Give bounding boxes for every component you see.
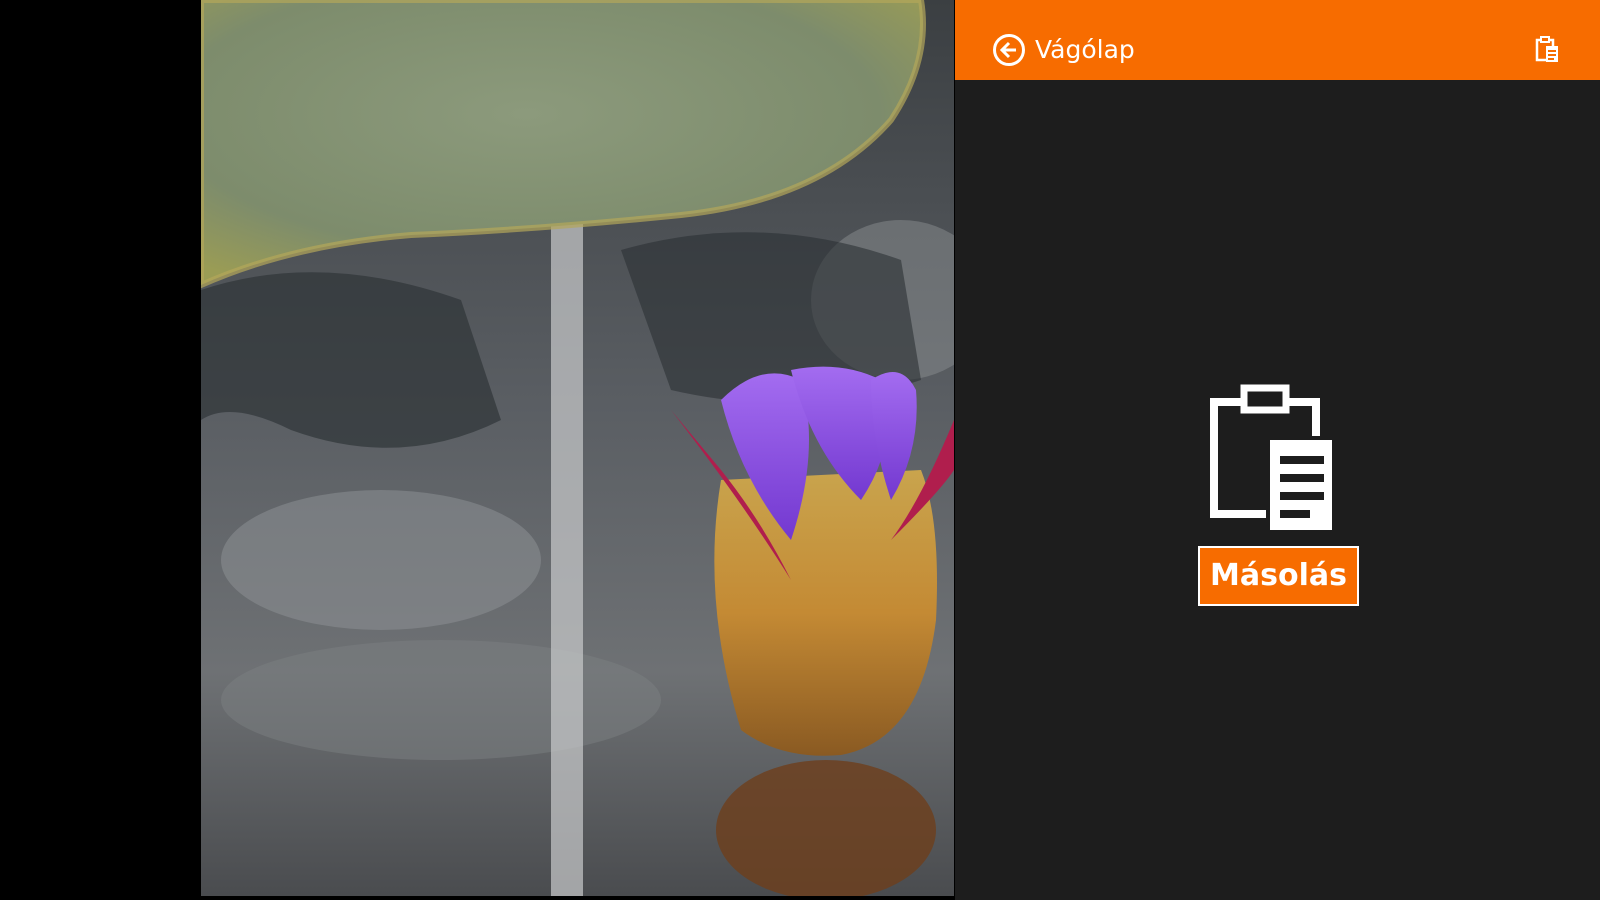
pane-header: Vágólap: [955, 0, 1600, 80]
pane-title: Vágólap: [1035, 35, 1135, 64]
app-window: Vágólap Másolás: [0, 0, 1600, 900]
water-lily-image: [201, 0, 954, 896]
back-button[interactable]: [993, 34, 1025, 66]
photo-preview: [201, 0, 954, 896]
back-arrow-icon: [1000, 41, 1016, 59]
clipboard-pane: Vágólap Másolás: [955, 0, 1600, 900]
copy-button[interactable]: Másolás: [1198, 546, 1359, 606]
clipboard-document-icon: [1210, 384, 1336, 534]
clipboard-paste-icon[interactable]: [1535, 36, 1561, 64]
